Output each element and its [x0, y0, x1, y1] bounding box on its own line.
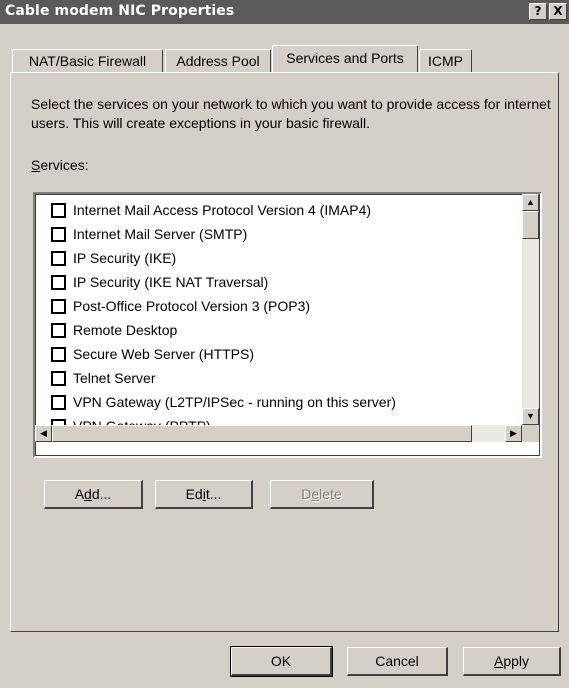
scrollbar-corner	[522, 425, 539, 442]
cancel-button[interactable]: Cancel	[347, 647, 448, 676]
tab-nat-basic-firewall[interactable]: NAT/Basic Firewall	[12, 49, 163, 74]
service-checkbox[interactable]	[51, 371, 66, 386]
service-checkbox[interactable]	[51, 251, 66, 266]
service-label: Remote Desktop	[73, 322, 178, 338]
tab-services-and-ports[interactable]: Services and Ports	[272, 45, 418, 72]
horizontal-scrollbar[interactable]: ◀ ▶	[35, 425, 522, 442]
services-label: Services:	[31, 157, 89, 173]
service-checkbox[interactable]	[51, 203, 66, 218]
help-button[interactable]: ?	[529, 3, 547, 20]
service-label: Internet Mail Server (SMTP)	[73, 226, 248, 242]
service-label: Post-Office Protocol Version 3 (POP3)	[73, 298, 311, 314]
tab-address-pool[interactable]: Address Pool	[165, 49, 271, 74]
service-checkbox[interactable]	[51, 299, 66, 314]
service-checkbox[interactable]	[51, 275, 66, 290]
ok-button[interactable]: OK	[230, 646, 333, 677]
vertical-scrollbar[interactable]: ▲ ▼	[522, 194, 539, 425]
horizontal-scroll-thumb[interactable]	[52, 425, 472, 442]
add-button[interactable]: Add...	[44, 480, 143, 509]
tab-icmp[interactable]: ICMP	[419, 49, 472, 74]
apply-button[interactable]: Apply	[463, 647, 561, 676]
description-text: Select the services on your network to w…	[31, 96, 551, 131]
vertical-scroll-thumb[interactable]	[522, 211, 539, 239]
close-button[interactable]: X	[549, 3, 567, 20]
service-label: Telnet Server	[73, 370, 156, 386]
service-label: IP Security (IKE)	[73, 250, 177, 266]
service-checkbox[interactable]	[51, 227, 66, 242]
delete-button[interactable]: Delete	[270, 480, 374, 509]
scroll-up-icon[interactable]: ▲	[522, 194, 539, 211]
service-label: IP Security (IKE NAT Traversal)	[73, 274, 269, 290]
properties-dialog: Cable modem NIC Properties ? X NAT/Basic…	[0, 0, 569, 688]
window-title: Cable modem NIC Properties	[5, 3, 235, 19]
service-label: Secure Web Server (HTTPS)	[73, 346, 255, 362]
services-listbox[interactable]: Internet Mail Access Protocol Version 4 …	[33, 192, 542, 458]
scroll-right-icon[interactable]: ▶	[505, 425, 522, 442]
service-checkbox[interactable]	[51, 323, 66, 338]
scroll-down-icon[interactable]: ▼	[522, 408, 539, 425]
service-checkbox[interactable]	[51, 347, 66, 362]
service-label: Internet Mail Access Protocol Version 4 …	[73, 202, 372, 218]
scroll-left-icon[interactable]: ◀	[35, 425, 52, 442]
edit-button[interactable]: Edit...	[155, 480, 253, 509]
service-label: VPN Gateway (L2TP/IPSec - running on thi…	[73, 394, 396, 410]
title-bar[interactable]: Cable modem NIC Properties ? X	[0, 0, 569, 24]
service-checkbox[interactable]	[51, 395, 66, 410]
